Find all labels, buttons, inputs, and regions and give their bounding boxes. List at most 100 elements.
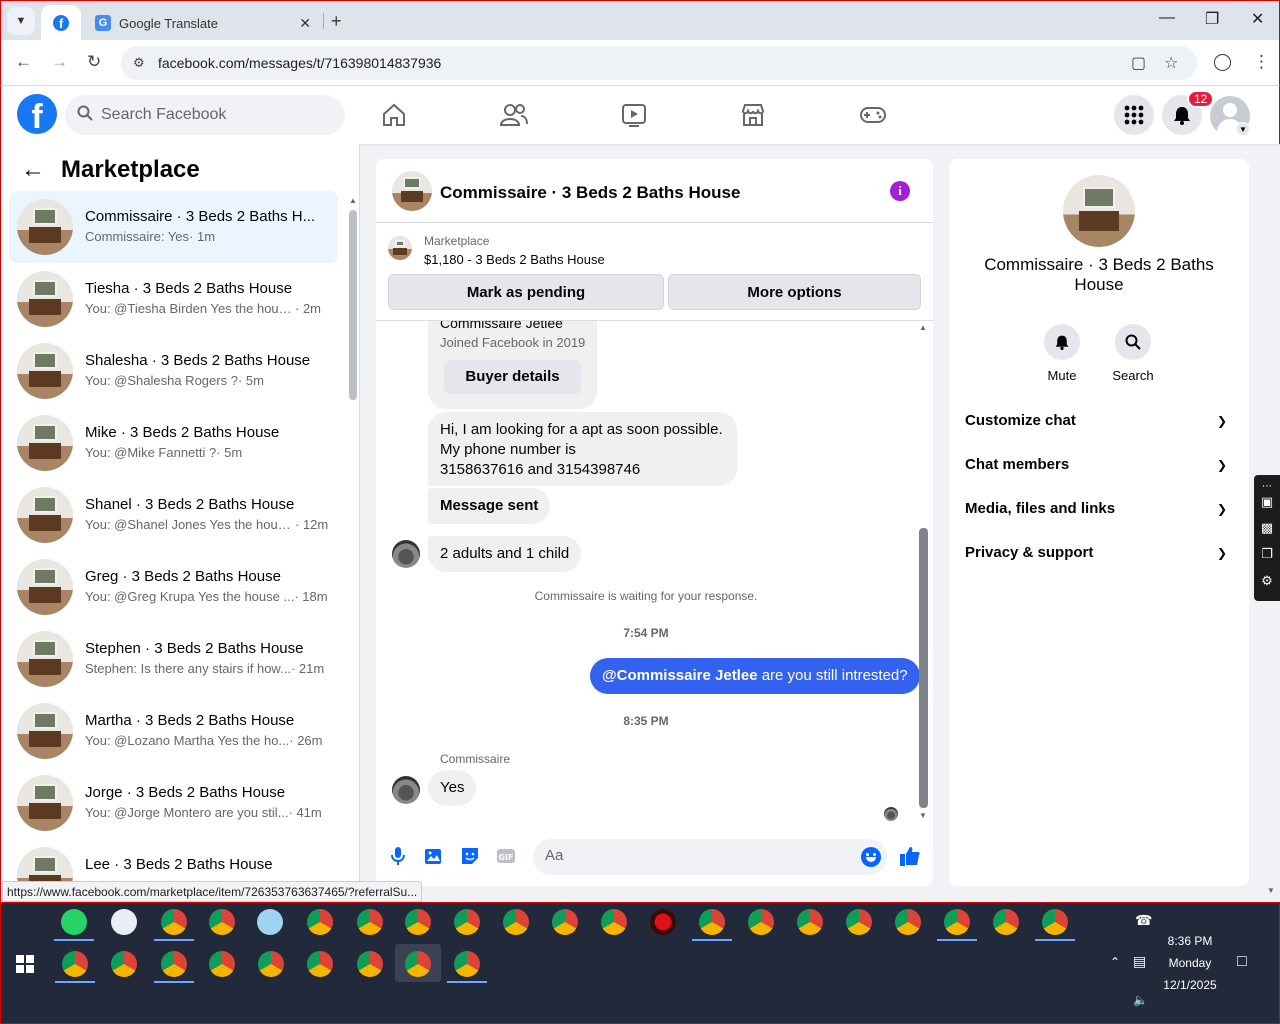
windows-start-icon[interactable] — [16, 955, 34, 973]
address-bar[interactable]: ⚙ facebook.com/messages/t/71639801483793… — [121, 46, 1197, 80]
conversation-item[interactable]: Jorge · 3 Beds 2 Baths House You: @Jorge… — [9, 767, 338, 839]
conversation-item[interactable]: Greg · 3 Beds 2 Baths House You: @Greg K… — [9, 551, 338, 623]
clock-date[interactable]: 12/1/2025 — [1155, 978, 1225, 992]
chrome-app-icon[interactable] — [699, 909, 725, 935]
snipping-tool-icon[interactable] — [111, 909, 137, 935]
meet-now-icon[interactable]: ☎ — [1135, 912, 1152, 929]
chrome-app-icon[interactable] — [993, 909, 1019, 935]
chrome-app-icon[interactable] — [454, 909, 480, 935]
chat-scrollbar[interactable] — [919, 528, 928, 808]
tab-facebook[interactable]: f — [41, 5, 81, 41]
mute-button[interactable]: Mute — [1032, 324, 1092, 383]
menu-grid-icon[interactable] — [1114, 95, 1154, 135]
tab-google-translate[interactable]: G Google Translate ✕ — [85, 5, 321, 41]
notification-center-icon[interactable]: □ — [1237, 953, 1247, 971]
chrome-app-icon[interactable] — [601, 909, 627, 935]
listing-small-thumbnail[interactable] — [388, 236, 412, 260]
browser-menu-icon[interactable]: ⋮ — [1253, 52, 1270, 72]
clock-day[interactable]: Monday — [1155, 956, 1225, 970]
forward-button[interactable]: → — [51, 52, 68, 72]
more-options-button[interactable]: More options — [668, 274, 921, 310]
scroll-up-arrow-icon[interactable]: ▲ — [349, 196, 357, 205]
conversation-item[interactable]: Stephen · 3 Beds 2 Baths House Stephen: … — [9, 623, 338, 695]
chrome-app-icon[interactable] — [209, 951, 235, 977]
chrome-app-icon[interactable] — [895, 909, 921, 935]
chat-scroll-up-icon[interactable]: ▲ — [919, 323, 927, 332]
gif-icon[interactable]: GIF — [495, 845, 517, 867]
chrome-app-icon[interactable] — [846, 909, 872, 935]
listing-detail-link[interactable]: $1,180 - 3 Beds 2 Baths House — [424, 252, 605, 267]
video-icon[interactable] — [619, 100, 649, 130]
widget-menu-icon[interactable]: ⋯ — [1258, 478, 1276, 494]
video-record-icon[interactable]: ▩ — [1258, 520, 1276, 536]
chrome-app-icon[interactable] — [307, 909, 333, 935]
chrome-app-icon[interactable] — [503, 909, 529, 935]
conversation-info-icon[interactable]: i — [890, 181, 910, 201]
conversation-item[interactable]: Shalesha · 3 Beds 2 Baths House You: @Sh… — [9, 335, 338, 407]
thumbs-up-icon[interactable] — [899, 845, 921, 867]
chat-listing-avatar[interactable] — [392, 171, 432, 211]
camera-icon[interactable]: ▣ — [1258, 494, 1276, 510]
message-input-box[interactable] — [533, 839, 887, 875]
chrome-app-icon[interactable] — [405, 951, 431, 977]
chrome-app-icon[interactable] — [797, 909, 823, 935]
volume-icon[interactable]: 🔈 — [1133, 993, 1148, 1007]
chrome-app-icon[interactable] — [258, 951, 284, 977]
notepad-icon[interactable] — [257, 909, 283, 935]
chrome-app-icon[interactable] — [161, 909, 187, 935]
profile-icon[interactable]: ◯ — [1213, 52, 1232, 72]
marketplace-icon[interactable] — [738, 100, 768, 130]
url-text[interactable]: facebook.com/messages/t/716398014837936 — [158, 55, 441, 71]
conversation-item[interactable]: Shanel · 3 Beds 2 Baths House You: @Shan… — [9, 479, 338, 551]
close-tab-icon[interactable]: ✕ — [299, 15, 311, 32]
back-button[interactable]: ← — [15, 52, 32, 72]
reload-button[interactable]: ↻ — [87, 52, 101, 72]
chrome-app-icon[interactable] — [454, 951, 480, 977]
screen-recorder-icon[interactable] — [650, 909, 676, 935]
chat-members-section[interactable]: Chat members ❯ — [965, 456, 1233, 480]
photo-icon[interactable] — [423, 845, 445, 867]
close-window-button[interactable]: ✕ — [1251, 9, 1264, 29]
chrome-app-icon[interactable] — [1042, 909, 1068, 935]
tab-search-button[interactable]: ▼ — [7, 7, 35, 35]
restore-window-button[interactable]: ❐ — [1205, 9, 1219, 29]
conversation-item[interactable]: Mike · 3 Beds 2 Baths House You: @Mike F… — [9, 407, 338, 479]
search-input[interactable] — [101, 106, 301, 124]
chrome-app-icon[interactable] — [748, 909, 774, 935]
sticker-icon[interactable] — [459, 845, 481, 867]
show-hidden-icons-chevron-icon[interactable]: ⌃ — [1110, 955, 1120, 969]
media-files-links-section[interactable]: Media, files and links ❯ — [965, 500, 1233, 524]
site-info-icon[interactable]: ⚙ — [133, 55, 145, 71]
chrome-app-icon[interactable] — [405, 909, 431, 935]
page-scroll-down-icon[interactable]: ▼ — [1267, 886, 1275, 895]
home-icon[interactable] — [379, 100, 409, 130]
microphone-icon[interactable] — [387, 845, 409, 867]
chrome-app-icon[interactable] — [552, 909, 578, 935]
conversation-item[interactable]: Martha · 3 Beds 2 Baths House You: @Loza… — [9, 695, 338, 767]
sender-avatar[interactable] — [392, 776, 420, 804]
privacy-support-section[interactable]: Privacy & support ❯ — [965, 544, 1233, 568]
friends-icon[interactable] — [499, 100, 529, 130]
chrome-app-icon[interactable] — [357, 951, 383, 977]
emoji-icon[interactable] — [861, 847, 881, 867]
chrome-app-icon[interactable] — [209, 909, 235, 935]
new-tab-button[interactable]: + — [331, 11, 342, 32]
bookmark-star-icon[interactable]: ☆ — [1164, 53, 1178, 73]
search-box[interactable] — [65, 95, 345, 135]
chrome-app-icon[interactable] — [307, 951, 333, 977]
settings-gear-icon[interactable]: ⚙ — [1258, 573, 1276, 589]
install-app-icon[interactable]: ▢ — [1131, 53, 1146, 73]
buyer-details-button[interactable]: Buyer details — [444, 360, 581, 394]
chrome-app-icon[interactable] — [161, 951, 187, 977]
facebook-logo-icon[interactable]: f — [17, 94, 57, 134]
whatsapp-icon[interactable] — [61, 909, 87, 935]
network-icon[interactable]: ▤ — [1133, 953, 1146, 970]
chrome-app-icon[interactable] — [111, 951, 137, 977]
conversation-list-scrollbar[interactable] — [349, 210, 357, 400]
minimize-window-button[interactable]: — — [1159, 9, 1175, 27]
chat-scroll-down-icon[interactable]: ▼ — [919, 811, 927, 820]
details-listing-avatar[interactable] — [1063, 175, 1135, 247]
gaming-icon[interactable] — [858, 100, 888, 130]
search-in-conversation-button[interactable]: Search — [1103, 324, 1163, 383]
back-arrow-icon[interactable]: ← — [21, 156, 45, 184]
